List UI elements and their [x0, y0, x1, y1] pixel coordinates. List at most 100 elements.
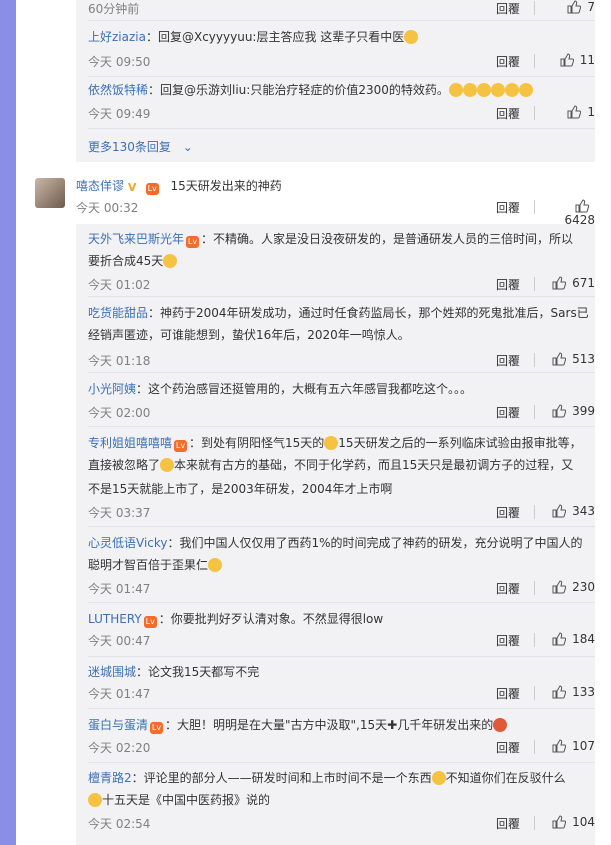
- like-count: 399: [572, 404, 595, 418]
- like-count: 184: [572, 632, 595, 646]
- reply-button[interactable]: 回覆: [496, 815, 520, 832]
- reply-time: 今天 03:37: [88, 506, 151, 520]
- reply-text: 本来就有古方的基础，不同于化学药，而且15天只是最初调方子的过程，又: [174, 458, 574, 472]
- like-button[interactable]: 7: [547, 0, 595, 14]
- reply-text: 要折合成45天: [88, 254, 164, 268]
- like-button[interactable]: 343: [547, 504, 595, 518]
- like-count: 133: [572, 685, 595, 699]
- like-button[interactable]: 1: [547, 105, 595, 119]
- sub-reply-item: 依然饭特稀：回复@乐游刘liu:只能治疗轻症的价值2300的特效药。 今天 09…: [88, 81, 595, 125]
- username-link[interactable]: 上好ziazia: [88, 30, 146, 44]
- username-link[interactable]: 依然饭特稀: [88, 83, 148, 97]
- reply-time: 今天 09:49: [88, 107, 151, 121]
- thumbs-up-icon: [567, 105, 582, 119]
- username-link[interactable]: 天外飞来巴斯光年: [88, 232, 184, 246]
- reply-button[interactable]: 回覆: [496, 404, 520, 421]
- like-button[interactable]: 133: [547, 685, 595, 699]
- username-link[interactable]: 专利姐姐嘻嘻嘻: [88, 436, 172, 450]
- reply-text: ：大胆！明明是在大量"古方中汲取",15天: [165, 718, 388, 732]
- like-button[interactable]: 11: [547, 53, 595, 67]
- thumbs-up-icon: [552, 685, 567, 699]
- like-button[interactable]: 230: [547, 580, 595, 594]
- reply-button[interactable]: 回覆: [496, 276, 520, 293]
- divider: [534, 633, 535, 647]
- username-link[interactable]: 迷城围城: [88, 665, 136, 679]
- divider: [534, 54, 535, 68]
- sub-reply-item: 蛋白与蛋清 Lv ：大胆！明明是在大量"古方中汲取",15天✚几千年研发出来的 今天…: [88, 714, 595, 758]
- like-button[interactable]: 513: [547, 352, 595, 366]
- level-badge-icon: Lv: [145, 183, 159, 195]
- reply-button[interactable]: 回覆: [496, 685, 520, 702]
- divider: [88, 708, 595, 709]
- verified-icon: V: [127, 181, 137, 194]
- reply-time: 今天 01:18: [88, 354, 151, 368]
- thumbs-up-icon: [560, 53, 574, 67]
- like-button[interactable]: 399: [547, 404, 595, 418]
- reply-button[interactable]: 回覆: [496, 632, 520, 649]
- reply-button[interactable]: 回覆: [496, 739, 520, 756]
- reply-time: 今天 01:02: [88, 278, 151, 292]
- reply-button[interactable]: 回覆: [496, 580, 520, 597]
- reply-text: 聪明才智百倍于歪果仁: [88, 558, 209, 572]
- reply-button[interactable]: 回覆: [496, 504, 520, 521]
- left-accent-bar: [0, 0, 16, 845]
- username-link[interactable]: 檀青路2: [88, 771, 132, 785]
- reply-text: 几千年研发出来的: [397, 718, 494, 732]
- emoji-icon: [404, 30, 419, 44]
- sub-reply-item: 60分钟前 回覆 7: [88, 0, 595, 18]
- username-link[interactable]: 蛋白与蛋清: [88, 718, 148, 732]
- reply-button[interactable]: 回覆: [496, 105, 520, 122]
- like-count: 230: [572, 580, 595, 594]
- sub-reply-item: 吃货能甜品：神药于2004年研发成功，通过时任食药监局长，那个姓郑的死鬼批准后，…: [88, 302, 595, 369]
- reply-text: ：到处有阴阳怪气15天的: [189, 436, 325, 450]
- divider: [88, 656, 595, 657]
- reply-text: ：我们中国人仅仅用了西药1%的时间完成了神药的研发，充分说明了中国人的: [167, 536, 583, 550]
- emoji-icon: [462, 83, 477, 97]
- divider: [88, 526, 595, 527]
- reply-text: ：回复@乐游刘liu:只能治疗轻症的价值2300的特效药。: [148, 83, 449, 97]
- divider: [534, 200, 535, 214]
- emoji-icon: [88, 793, 102, 807]
- thumbs-up-icon: [575, 199, 590, 213]
- divider: [88, 128, 595, 129]
- username-link[interactable]: 小光阿姨: [88, 382, 136, 396]
- like-count: 671: [572, 276, 595, 290]
- username-link[interactable]: 心灵低语Vicky: [88, 536, 168, 550]
- sub-reply-item: 上好ziazia：回复@Xcyyyyuu:层主答应我 这辈子只看中医 今天 09…: [88, 28, 595, 72]
- avatar[interactable]: [35, 178, 65, 208]
- like-button[interactable]: 184: [547, 632, 595, 646]
- divider: [534, 581, 535, 595]
- username-link[interactable]: 嘻态佯谬: [76, 179, 124, 193]
- reply-button[interactable]: 回覆: [496, 199, 520, 216]
- like-button[interactable]: 107: [547, 739, 595, 753]
- reply-text: ：回复@Xcyyyyuu:层主答应我 这辈子只看中医: [145, 30, 405, 44]
- like-count: 343: [572, 504, 595, 518]
- like-button[interactable]: 104: [547, 815, 595, 829]
- more-replies-link[interactable]: 更多130条回复 ⌄: [88, 138, 193, 155]
- reply-button[interactable]: 回覆: [496, 352, 520, 369]
- thumbs-up-icon: [567, 0, 582, 14]
- divider: [534, 277, 535, 291]
- reply-button[interactable]: 回覆: [496, 0, 520, 17]
- reply-button[interactable]: 回覆: [496, 53, 520, 70]
- thumbs-up-icon: [552, 504, 567, 518]
- comment-text: 15天研发出来的神药: [170, 179, 282, 193]
- divider: [88, 372, 595, 373]
- reply-text: 15天研发之后的一系列临床试验由报审批等，: [338, 436, 582, 450]
- reply-time: 60分钟前: [88, 2, 140, 16]
- username-link[interactable]: 吃货能甜品: [88, 306, 148, 320]
- emoji-icon: [208, 558, 223, 572]
- level-badge-icon: Lv: [186, 236, 200, 248]
- thumbs-up-icon: [552, 352, 567, 366]
- reply-text: 不知道你们在反驳什么: [445, 771, 566, 785]
- username-link[interactable]: LUTHERY: [88, 612, 142, 626]
- emoji-icon: [448, 83, 463, 97]
- divider: [88, 20, 595, 21]
- like-button[interactable]: 671: [547, 276, 595, 290]
- plus-icon: ✚: [387, 718, 398, 732]
- divider: [88, 762, 595, 763]
- thumbs-up-icon: [552, 580, 567, 594]
- divider: [88, 426, 595, 427]
- sub-reply-item: 天外飞来巴斯光年 Lv ：不精确。人家是没日没夜研发的，是普通研发人员的三倍时间，所…: [88, 228, 595, 292]
- like-button[interactable]: 6428: [547, 199, 595, 227]
